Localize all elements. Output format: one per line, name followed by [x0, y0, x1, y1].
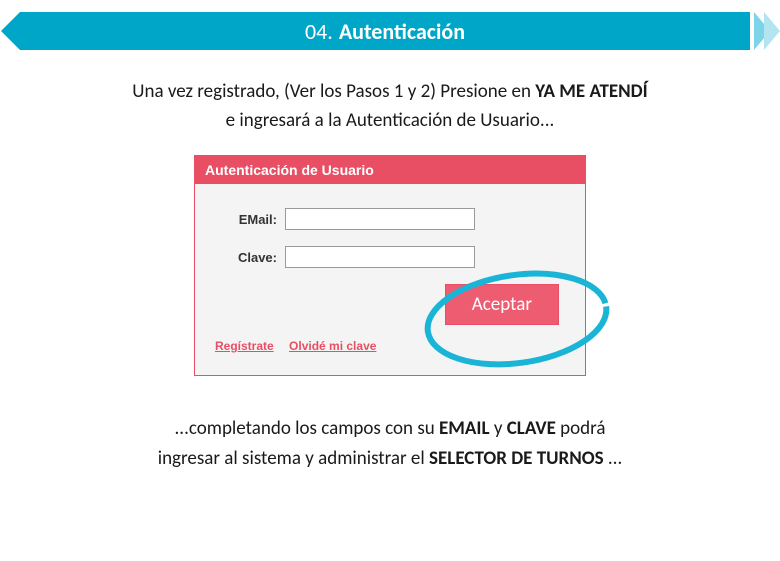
intro-bold1: YA ME ATENDÍ	[535, 80, 648, 103]
register-link[interactable]: Regístrate	[215, 339, 274, 353]
outro-part3: podrá	[560, 417, 605, 440]
accept-button[interactable]: Aceptar	[445, 284, 559, 325]
clave-label: Clave:	[215, 250, 285, 265]
header-bar: 04. Autenticación	[0, 12, 780, 50]
forgot-link[interactable]: Olvidé mi clave	[289, 339, 376, 353]
outro-part4: ingresar al sistema y administrar el	[158, 447, 429, 470]
intro-part1: Una vez registrado, (Ver los Pasos 1 y 2…	[132, 80, 535, 103]
panel-wrap: Autenticación de Usuario EMail: Clave: A…	[0, 155, 780, 376]
outro-bold2: CLAVE	[507, 417, 556, 440]
outro-bold1: EMAIL	[439, 417, 490, 440]
intro-part2: e ingresará a la Autenticación de Usuari…	[226, 109, 555, 132]
clave-row: Clave:	[215, 246, 565, 268]
intro-text: Una vez registrado, (Ver los Pasos 1 y 2…	[50, 78, 730, 135]
accept-row: Aceptar	[215, 284, 565, 325]
panel-links: Regístrate Olvidé mi clave	[215, 339, 565, 363]
panel-title: Autenticación de Usuario	[195, 156, 585, 184]
outro-part2: y	[494, 417, 507, 440]
header-title: Autenticación	[339, 18, 465, 45]
email-row: EMail:	[215, 208, 565, 230]
outro-text: ...completando los campos con su EMAIL y…	[70, 414, 710, 475]
email-field[interactable]	[285, 208, 475, 230]
clave-field[interactable]	[285, 246, 475, 268]
email-label: EMail:	[215, 212, 285, 227]
login-panel: Autenticación de Usuario EMail: Clave: A…	[194, 155, 586, 376]
outro-part5: ...	[608, 447, 622, 470]
panel-body: EMail: Clave: Aceptar Regístrate Olvidé …	[195, 184, 585, 375]
outro-bold3: SELECTOR DE TURNOS	[429, 447, 604, 470]
header-ribbon: 04. Autenticación	[20, 12, 750, 50]
outro-part1: ...completando los campos con su	[174, 417, 439, 440]
header-number: 04.	[305, 18, 333, 45]
header-chevrons-icon	[760, 12, 780, 50]
